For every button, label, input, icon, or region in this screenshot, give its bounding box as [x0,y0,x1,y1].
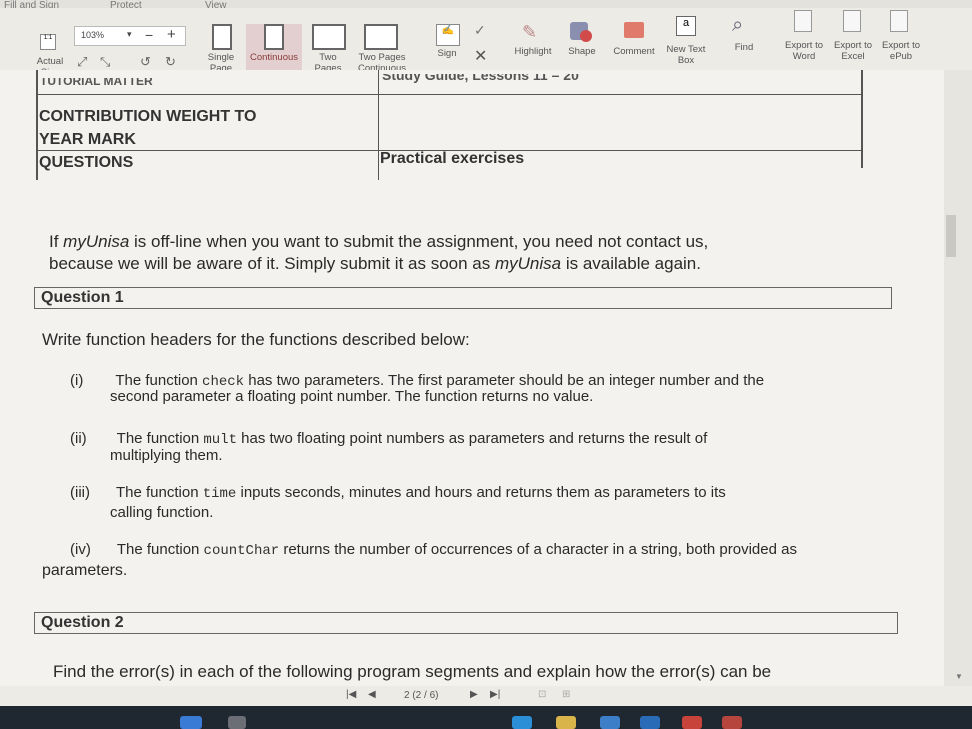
chevron-down-icon[interactable]: ▾ [127,29,132,40]
question-1-item-iii: (iii) The function time inputs seconds, m… [70,484,726,502]
vertical-scrollbar[interactable] [944,70,972,686]
continuous-button[interactable]: Continuous [246,52,302,63]
close-icon[interactable]: ✕ [474,46,487,66]
previous-page-icon[interactable]: ◀ [368,689,376,700]
fit-view-icon[interactable]: ⊡ [538,689,546,700]
zoom-select[interactable]: 103% ▾ − + [74,26,186,46]
export-excel-icon[interactable] [843,10,861,32]
rotate-left-icon[interactable]: ↺ [140,54,151,70]
question-1-item-iv: (iv) The function countChar returns the n… [70,541,797,559]
shape-button[interactable]: Shape [562,46,602,57]
question-1-title: Question 1 [41,289,124,306]
shape-circle-icon [580,30,592,42]
submission-note-line1: If myUnisa is off-line when you want to … [49,232,709,251]
last-page-icon[interactable]: ▶| [490,689,500,700]
zoom-in-button[interactable]: + [167,26,176,43]
question-2-title: Question 2 [41,614,124,631]
two-pages-continuous-icon[interactable] [364,24,398,50]
windows-start-icon[interactable] [180,716,202,729]
export-word-button[interactable]: Export to Word [782,40,826,62]
table-header-left: TUTORIAL MATTER [40,78,153,88]
question-2-intro: Find the error(s) in each of the followi… [53,662,772,681]
export-excel-button[interactable]: Export to Excel [832,40,874,62]
scrollbar-thumb[interactable] [946,215,956,257]
two-pages-icon[interactable] [312,24,346,50]
export-word-icon[interactable] [794,10,812,32]
table-header-right: Study Guide, Lessons 11 – 20 [382,74,579,83]
find-button[interactable]: Find [726,42,762,53]
highlight-icon[interactable]: ✎ [522,22,537,43]
store-icon[interactable] [600,716,620,729]
submission-note-line2: because we will be aware of it. Simply s… [49,254,701,273]
highlight-button[interactable]: Highlight [508,46,558,57]
search-icon[interactable]: ⌕ [732,14,743,37]
table-row1-label-line1: CONTRIBUTION WEIGHT TO [39,108,257,125]
fit-page-icon[interactable]: ⤢ [77,54,87,70]
question-1-intro: Write function headers for the functions… [42,330,470,349]
toolbar: 1:1 Actual Size 103% ▾ − + ⤢ ⤡ ↺ ↻ Singl… [0,8,972,78]
comment-icon[interactable] [624,22,644,38]
text-box-icon[interactable]: a [676,16,696,36]
single-page-icon[interactable] [212,24,232,50]
question-1-item-iii-line2: calling function. [110,504,214,521]
question-1-item-ii-line2: multiplying them. [110,447,223,464]
table-border-left [36,70,38,180]
export-epub-button[interactable]: Export to ePub [880,40,922,62]
new-text-box-button[interactable]: New Text Box [662,44,710,66]
sign-button[interactable]: Sign [430,48,464,59]
question-1-heading: Question 1 [34,287,892,309]
page-navigation: |◀ ◀ 2 (2 / 6) ▶ ▶| ⊡ ⊞ [0,686,972,706]
search-taskbar-icon[interactable] [228,716,246,729]
scroll-down-icon[interactable]: ▼ [955,672,963,681]
zoom-value: 103% [81,30,105,40]
pdf-app-icon[interactable] [682,716,702,729]
table-rule-1 [36,94,863,95]
table-row2-label: QUESTIONS [39,154,134,171]
table-border-right [861,70,863,168]
mail-icon[interactable] [640,716,660,729]
export-epub-icon[interactable] [890,10,908,32]
rotate-right-icon[interactable]: ↻ [165,54,176,70]
next-page-icon[interactable]: ▶ [470,689,478,700]
office-app-icon[interactable] [722,716,742,729]
document-page: TUTORIAL MATTER Study Guide, Lessons 11 … [0,70,944,686]
page-indicator[interactable]: 2 (2 / 6) [404,690,438,701]
question-1-item-iv-line2: parameters. [42,562,128,579]
question-2-heading: Question 2 [34,612,898,634]
edge-browser-icon[interactable] [512,716,532,729]
question-1-item-i-line2: second parameter a floating point number… [110,388,594,405]
first-page-icon[interactable]: |◀ [346,689,356,700]
sign-icon[interactable]: ✍ [436,24,460,46]
full-screen-icon[interactable]: ⊞ [562,689,570,700]
checkmark-icon[interactable]: ✓ [474,22,486,39]
taskbar [0,706,972,729]
continuous-icon[interactable] [264,24,284,50]
comment-button[interactable]: Comment [608,46,660,57]
table-row2-value: Practical exercises [380,150,525,167]
question-1-item-ii: (ii) The function mult has two floating p… [70,430,708,448]
table-divider [378,70,379,180]
table-row1-label-line2: YEAR MARK [39,131,136,148]
file-explorer-icon[interactable] [556,716,576,729]
zoom-out-button[interactable]: − [145,27,153,43]
actual-size-icon[interactable]: 1:1 [40,34,56,50]
fit-width-icon[interactable]: ⤡ [100,54,110,70]
